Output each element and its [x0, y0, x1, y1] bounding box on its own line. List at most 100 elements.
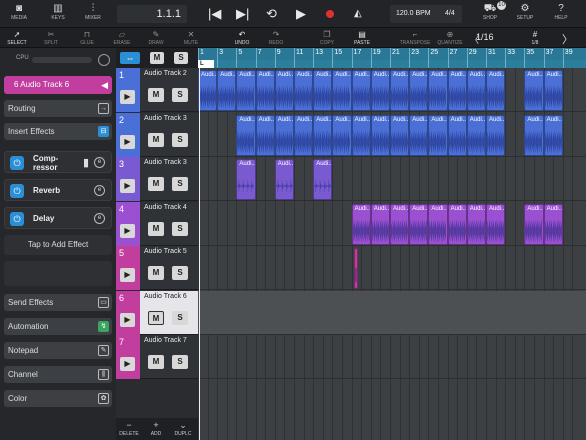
track-row[interactable]: 2 Audio Track 3 ▶ M S	[116, 112, 198, 157]
add-track-button[interactable]: + ADD	[144, 420, 168, 437]
tempo-display[interactable]: 120.0 BPM 4/4	[390, 5, 462, 23]
play-icon[interactable]: ▶	[120, 268, 135, 282]
undo-button[interactable]: ↶ UNDO	[229, 29, 255, 46]
copy-button[interactable]: ❐ COPY	[314, 29, 340, 46]
forward-button[interactable]: ▶|	[236, 6, 249, 22]
split-tool[interactable]: ✂ SPLIT	[38, 29, 64, 46]
audio-clip[interactable]: Audi... (1)	[274, 114, 294, 156]
solo-button[interactable]: S	[172, 177, 188, 191]
insert-effects-row[interactable]: Insert Effects ⊟	[4, 123, 112, 140]
audio-clip[interactable]: Audi... (1)	[313, 70, 333, 111]
track-row[interactable]: 4 Audio Track 4 ▶ M S	[116, 201, 198, 246]
audio-clip[interactable]: Audi... (1)	[236, 70, 256, 111]
audio-clip[interactable]: Audi... (1)	[294, 114, 314, 156]
play-icon[interactable]: ▶	[120, 179, 135, 193]
mute-button[interactable]: M	[148, 310, 164, 325]
audio-clip[interactable]: Audi... (1)	[543, 203, 563, 245]
audio-clip[interactable]: Audi... (1)	[198, 70, 218, 111]
global-solo-button[interactable]: S	[174, 52, 188, 64]
effect-slot-delay[interactable]: ⏻ Delay e	[4, 207, 112, 229]
audio-clip[interactable]: Audi... (1)	[486, 70, 506, 111]
global-mute-button[interactable]: M	[150, 52, 164, 64]
color-row[interactable]: Color ✿	[4, 390, 112, 407]
audio-clip[interactable]: Audi... (1)	[428, 114, 448, 156]
audio-clip[interactable]: Audi... (2)	[313, 159, 333, 200]
edit-icon[interactable]: e	[94, 185, 105, 196]
power-icon[interactable]: ⏻	[10, 156, 24, 170]
audio-clip[interactable]: Audi... (1)	[370, 114, 390, 156]
audio-clip[interactable]: Audi... (1)	[543, 114, 563, 156]
keys-button[interactable]: ▥ KEYS	[45, 2, 71, 26]
track-lane[interactable]	[198, 157, 586, 201]
play-button[interactable]: ▶	[296, 6, 306, 22]
quantize-value[interactable]: 1/16	[476, 32, 494, 42]
delete-track-button[interactable]: − DELETE	[117, 420, 141, 437]
snap-button[interactable]: #1/8	[522, 29, 548, 46]
glue-tool[interactable]: ⊓ GLUE	[74, 29, 100, 46]
track-lane[interactable]	[198, 335, 586, 379]
audio-clip[interactable]: Audi... (1)	[428, 203, 448, 245]
mute-button[interactable]: M	[148, 88, 164, 102]
track-row[interactable]: 6 Audio Track 6 ▶ M S	[116, 290, 198, 335]
track-lane[interactable]	[198, 290, 586, 335]
audio-clip[interactable]: Audi... (1)	[409, 114, 429, 156]
rewind-button[interactable]: |◀	[208, 6, 221, 22]
audio-clip[interactable]: Audi... (2)	[236, 159, 256, 200]
audio-clip[interactable]: Audi... (1)	[409, 203, 429, 245]
audio-clip[interactable]: Audi... (1)	[313, 114, 333, 156]
edit-icon[interactable]: e	[94, 213, 105, 224]
help-button[interactable]: ? HELP	[548, 2, 574, 26]
audio-clip[interactable]: Audi... (1)	[294, 70, 314, 111]
power-icon[interactable]: ⏻	[10, 212, 24, 226]
audio-clip[interactable]: Audi... (1)	[390, 114, 410, 156]
audio-clip[interactable]: Audi... (1)	[390, 70, 410, 111]
track-row[interactable]: 7 Audio Track 7 ▶ M S	[116, 335, 198, 379]
audio-clip[interactable]	[354, 248, 359, 289]
redo-button[interactable]: ↷ REDO	[263, 29, 289, 46]
solo-button[interactable]: S	[172, 221, 188, 236]
audio-clip[interactable]: Audi... (1)	[447, 70, 467, 111]
add-track-icon[interactable]: ⇔	[120, 52, 140, 64]
audio-clip[interactable]: Audi... (1)	[447, 203, 467, 245]
position-display[interactable]: 1.1.1	[117, 5, 187, 23]
routing-row[interactable]: Routing →	[4, 100, 112, 117]
power-icon[interactable]: ⏻	[10, 184, 24, 198]
edit-icon[interactable]: e	[94, 157, 105, 168]
audio-clip[interactable]: Audi... (1)	[524, 114, 544, 156]
audio-clip[interactable]: Audi... (1)	[351, 70, 371, 111]
duplicate-track-button[interactable]: ⌄ DUPLC	[171, 420, 195, 437]
erase-tool[interactable]: ▱ ERASE	[109, 29, 135, 46]
mute-button[interactable]: M	[148, 221, 164, 236]
audio-clip[interactable]: Audi... (1)	[236, 114, 256, 156]
play-icon[interactable]: ▶	[120, 223, 135, 238]
mute-button[interactable]: M	[148, 355, 164, 369]
track-row[interactable]: 5 Audio Track 5 ▶ M S	[116, 246, 198, 290]
audio-clip[interactable]: Audi... (1)	[274, 70, 294, 111]
mute-button[interactable]: M	[148, 132, 164, 147]
paste-button[interactable]: ▤ PASTE	[349, 29, 375, 46]
audio-clip[interactable]: Audi... (1)	[447, 114, 467, 156]
track-row[interactable]: 3 Audio Track 3 ▶ M S	[116, 157, 198, 201]
cycle-button[interactable]: ⟲	[266, 6, 277, 22]
draw-tool[interactable]: ✎ DRAW	[143, 29, 169, 46]
audio-clip[interactable]: Audi... (1)	[466, 114, 486, 156]
play-icon[interactable]: ▶	[120, 312, 135, 327]
audio-clip[interactable]: Audi... (1)	[466, 70, 486, 111]
select-tool[interactable]: ➚ SELECT	[4, 29, 30, 46]
solo-button[interactable]: S	[172, 355, 188, 369]
snap-right-icon[interactable]: 〉	[562, 31, 573, 47]
audio-clip[interactable]: Audi... (1)	[466, 203, 486, 245]
mixer-button[interactable]: ⫶ MIXER	[80, 2, 106, 26]
audio-clip[interactable]: Audi... (1)	[543, 70, 563, 111]
play-icon[interactable]: ▶	[120, 357, 135, 371]
audio-clip[interactable]: Audi... (1)	[332, 70, 352, 111]
audio-clip[interactable]: Audi... (1)	[524, 203, 544, 245]
audio-clip[interactable]: Audi... (1)	[217, 70, 237, 111]
play-icon[interactable]: ▶	[120, 134, 135, 149]
playhead[interactable]	[199, 68, 200, 440]
audio-clip[interactable]: Audi... (1)	[486, 203, 506, 245]
solo-button[interactable]: S	[172, 266, 188, 280]
media-button[interactable]: ◙ MEDIA	[6, 2, 32, 26]
solo-button[interactable]: S	[172, 132, 188, 147]
quantize-button[interactable]: ⊕ QUANTIZE	[434, 29, 466, 46]
